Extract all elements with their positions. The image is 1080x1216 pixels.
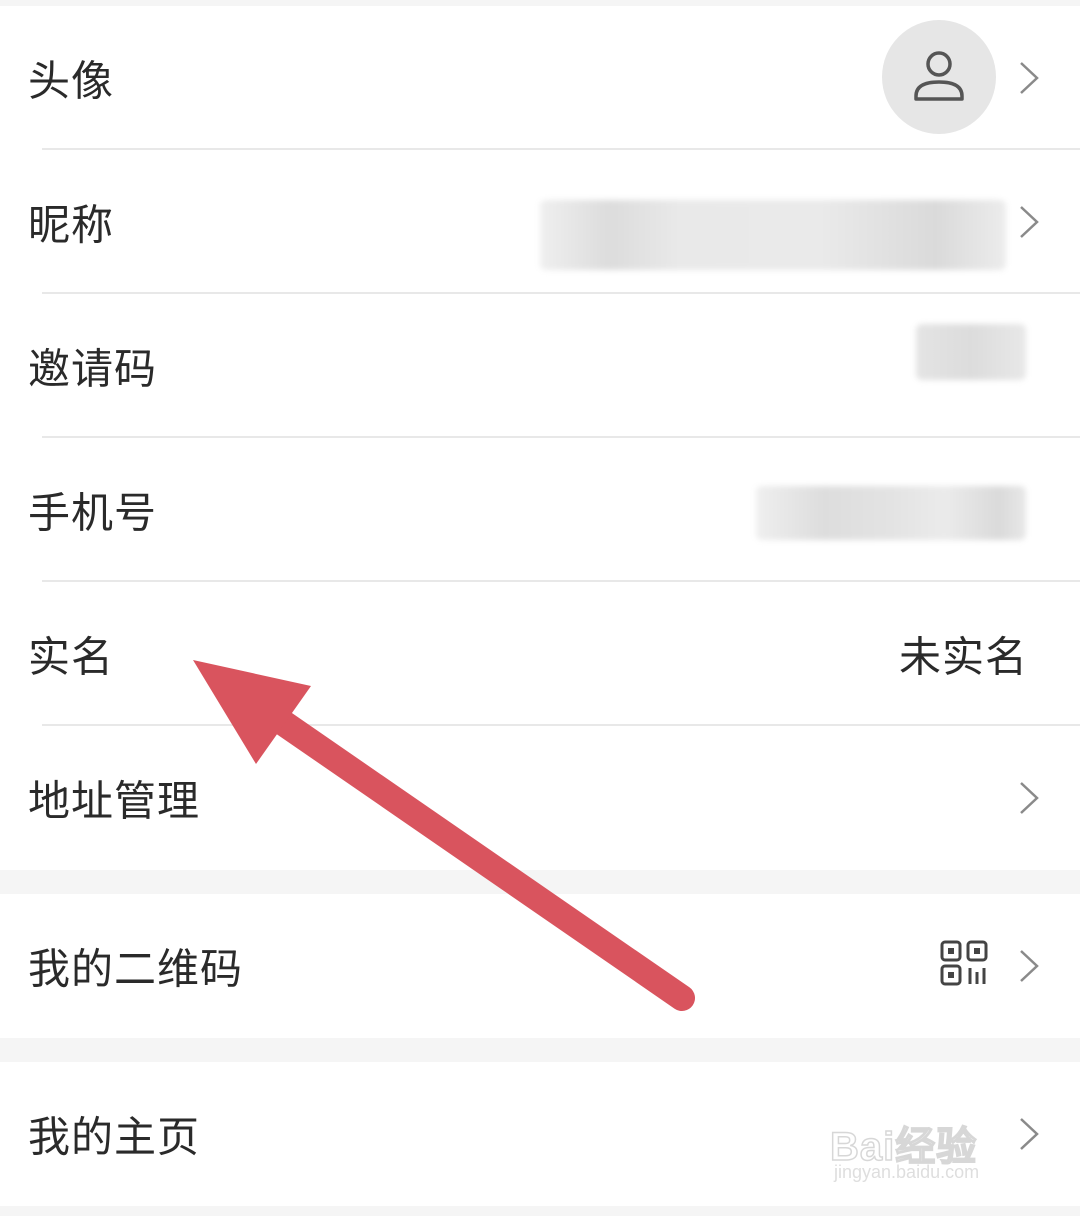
row-label-invite-code: 邀请码 <box>28 344 158 394</box>
user-icon <box>914 51 964 101</box>
real-name-status: 未实名 <box>898 632 1028 682</box>
row-label-nickname: 昵称 <box>28 200 115 250</box>
chevron-right-icon <box>1020 782 1039 814</box>
chevron-right-icon <box>1020 206 1039 238</box>
row-label-my-homepage: 我的主页 <box>28 1112 201 1162</box>
qr-code-icon <box>940 940 988 986</box>
watermark-url: jingyan.baidu.com <box>834 1162 980 1182</box>
row-avatar[interactable]: 头像 <box>0 6 1080 150</box>
row-invite-code[interactable]: 邀请码 <box>0 294 1080 438</box>
row-nickname[interactable]: 昵称 <box>0 150 1080 294</box>
watermark: Bai经验 jingyan.baidu.com <box>826 1100 1026 1196</box>
chevron-right-icon <box>1020 62 1039 94</box>
row-label-my-qr: 我的二维码 <box>28 944 244 994</box>
row-address[interactable]: 地址管理 <box>0 726 1080 870</box>
invite-code-value-blurred <box>916 324 1026 380</box>
row-label-avatar: 头像 <box>28 56 115 106</box>
avatar[interactable] <box>882 20 996 134</box>
row-label-real-name: 实名 <box>28 632 115 682</box>
nickname-value-blurred <box>540 200 1006 270</box>
row-phone[interactable]: 手机号 <box>0 438 1080 582</box>
phone-value-blurred <box>756 486 1026 540</box>
row-label-address: 地址管理 <box>28 776 201 826</box>
chevron-right-icon <box>1020 950 1039 982</box>
row-label-phone: 手机号 <box>28 488 158 538</box>
row-real-name[interactable]: 实名 未实名 <box>0 582 1080 726</box>
row-my-qr[interactable]: 我的二维码 <box>0 894 1080 1038</box>
